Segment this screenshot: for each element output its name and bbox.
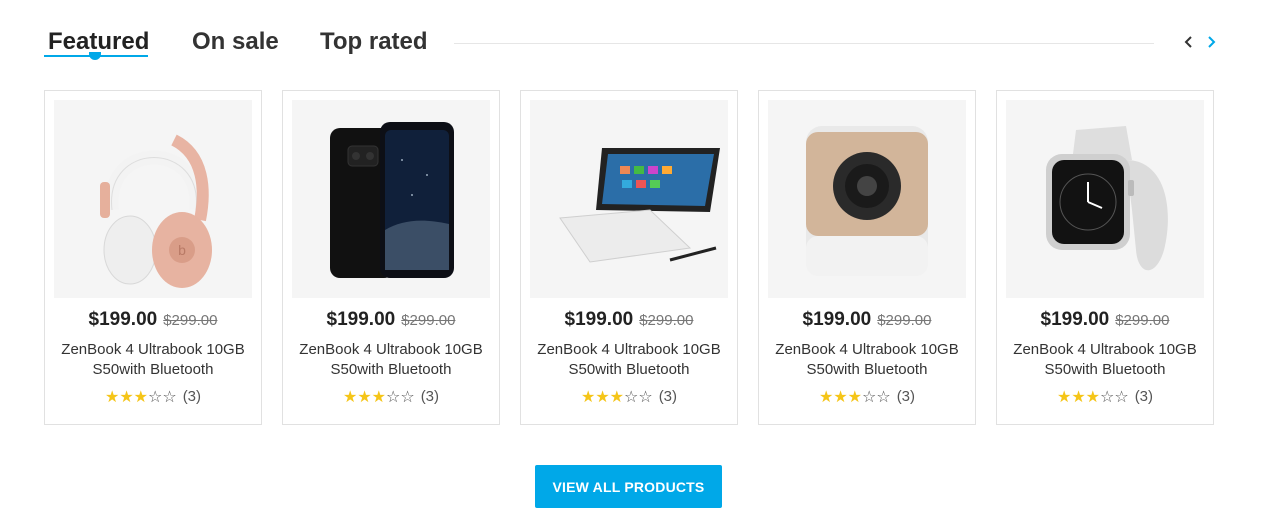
rating: ★★★☆☆ (3) — [45, 388, 261, 406]
old-price: $299.00 — [877, 312, 932, 329]
product-card[interactable]: $199.00 $299.00 ZenBook 4 Ultrabook 10GB … — [758, 90, 976, 425]
product-carousel: b $199.00 $299.00 ZenBook 4 Ultrabook 10G… — [44, 90, 1214, 425]
product-name[interactable]: ZenBook 4 Ultrabook 10GB S50with Bluetoo… — [767, 340, 967, 380]
rating: ★★★☆☆ (3) — [997, 388, 1213, 406]
star-filled-icon: ★ — [119, 389, 134, 406]
star-empty-icon: ☆ — [638, 389, 653, 406]
star-filled-icon: ★ — [342, 389, 358, 406]
star-empty-icon: ☆ — [1114, 389, 1129, 406]
price-row: $199.00 $299.00 — [759, 309, 975, 331]
star-filled-icon: ★ — [1056, 389, 1072, 406]
star-filled-icon: ★ — [1071, 389, 1086, 406]
star-filled-icon: ★ — [595, 389, 610, 406]
star-filled-icon: ★ — [104, 389, 120, 406]
price: $199.00 — [326, 309, 396, 330]
review-count: (3) — [658, 388, 678, 405]
price: $199.00 — [1040, 309, 1110, 330]
star-filled-icon: ★ — [580, 389, 596, 406]
review-count: (3) — [1134, 388, 1154, 405]
price-row: $199.00 $299.00 — [45, 309, 261, 331]
product-name[interactable]: ZenBook 4 Ultrabook 10GB S50with Bluetoo… — [1005, 340, 1205, 380]
price: $199.00 — [802, 309, 872, 330]
star-filled-icon: ★ — [371, 389, 386, 406]
product-name[interactable]: ZenBook 4 Ultrabook 10GB S50with Bluetoo… — [529, 340, 729, 380]
product-name[interactable]: ZenBook 4 Ultrabook 10GB S50with Bluetoo… — [291, 340, 491, 380]
product-card[interactable]: b $199.00 $299.00 ZenBook 4 Ultrabook 10G… — [44, 90, 262, 425]
star-filled-icon: ★ — [357, 389, 372, 406]
star-empty-icon: ☆ — [1100, 389, 1115, 406]
active-tab-indicator — [89, 52, 101, 60]
headphones-image[interactable]: b — [54, 100, 252, 298]
product-card[interactable]: $199.00 $299.00 ZenBook 4 Ultrabook 10GB … — [520, 90, 738, 425]
carousel-prev-button[interactable] — [1180, 32, 1198, 52]
star-empty-icon: ☆ — [862, 389, 877, 406]
star-filled-icon: ★ — [133, 389, 148, 406]
star-empty-icon: ☆ — [148, 389, 163, 406]
review-count: (3) — [182, 388, 202, 405]
chevron-right-icon — [1208, 36, 1216, 48]
star-empty-icon: ☆ — [624, 389, 639, 406]
tabs-divider — [454, 43, 1154, 44]
smartwatch-image[interactable] — [1006, 100, 1204, 298]
star-filled-icon: ★ — [847, 389, 862, 406]
old-price: $299.00 — [1115, 312, 1170, 329]
rating: ★★★☆☆ (3) — [283, 388, 499, 406]
product-tabs: Featured On sale Top rated — [44, 22, 1224, 66]
star-empty-icon: ☆ — [386, 389, 401, 406]
rating: ★★★☆☆ (3) — [759, 388, 975, 406]
star-filled-icon: ★ — [818, 389, 834, 406]
old-price: $299.00 — [163, 312, 218, 329]
tab-on-sale[interactable]: On sale — [192, 28, 279, 56]
chevron-left-icon — [1184, 36, 1192, 48]
home-camera-image[interactable] — [768, 100, 966, 298]
smartphone-image[interactable] — [292, 100, 490, 298]
price-row: $199.00 $299.00 — [283, 309, 499, 331]
star-empty-icon: ☆ — [162, 389, 177, 406]
svg-text:b: b — [178, 242, 186, 258]
price: $199.00 — [88, 309, 158, 330]
price-row: $199.00 $299.00 — [521, 309, 737, 331]
rating: ★★★☆☆ (3) — [521, 388, 737, 406]
tablet-keyboard-image[interactable] — [530, 100, 728, 298]
product-card[interactable]: $199.00 $299.00 ZenBook 4 Ultrabook 10GB … — [996, 90, 1214, 425]
price-row: $199.00 $299.00 — [997, 309, 1213, 331]
old-price: $299.00 — [639, 312, 694, 329]
star-filled-icon: ★ — [1085, 389, 1100, 406]
star-empty-icon: ☆ — [876, 389, 891, 406]
price: $199.00 — [564, 309, 634, 330]
review-count: (3) — [896, 388, 916, 405]
tab-top-rated[interactable]: Top rated — [320, 28, 428, 56]
carousel-next-button[interactable] — [1202, 32, 1220, 52]
star-empty-icon: ☆ — [400, 389, 415, 406]
product-card[interactable]: $199.00 $299.00 ZenBook 4 Ultrabook 10GB … — [282, 90, 500, 425]
product-name[interactable]: ZenBook 4 Ultrabook 10GB S50with Bluetoo… — [53, 340, 253, 380]
review-count: (3) — [420, 388, 440, 405]
star-filled-icon: ★ — [833, 389, 848, 406]
old-price: $299.00 — [401, 312, 456, 329]
star-filled-icon: ★ — [609, 389, 624, 406]
view-all-products-button[interactable]: VIEW ALL PRODUCTS — [535, 465, 722, 508]
